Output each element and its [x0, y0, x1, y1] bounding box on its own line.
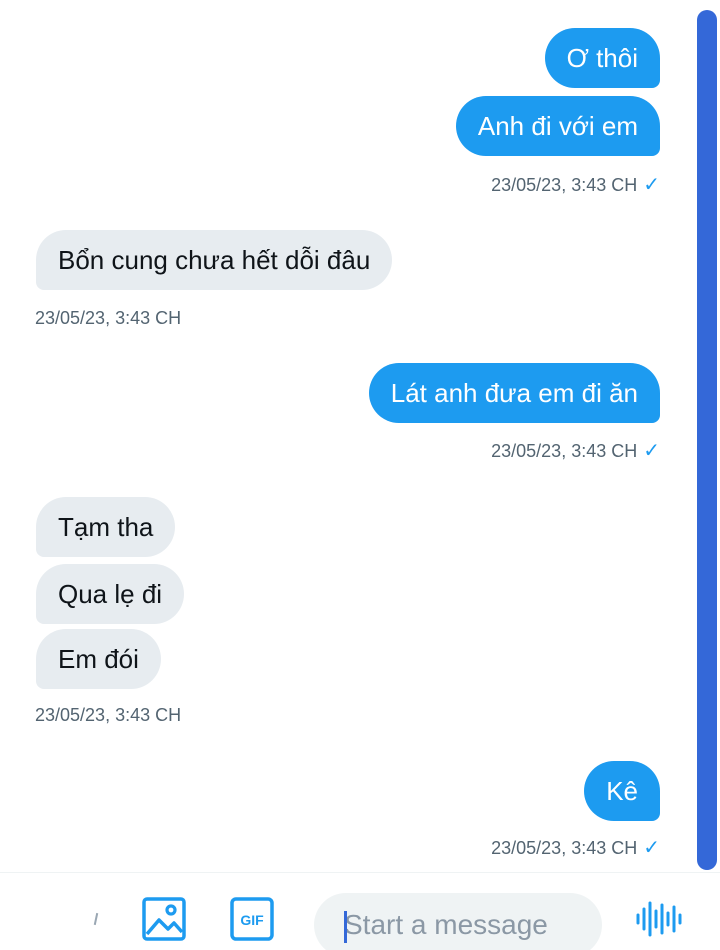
- read-check-icon: ✓: [643, 837, 660, 859]
- read-check-icon: ✓: [643, 440, 660, 462]
- message-composer: GIF: [0, 872, 720, 950]
- message-timestamp: 23/05/23, 3:43 CH: [35, 703, 181, 727]
- message-bubble-outgoing[interactable]: Lát anh đưa em đi ăn: [368, 363, 660, 423]
- message-bubble-incoming[interactable]: Tạm tha: [36, 497, 176, 557]
- message-timestamp: 23/05/23, 3:43 CH ✓: [491, 439, 660, 463]
- message-timestamp: 23/05/23, 3:43 CH ✓: [491, 836, 660, 860]
- timestamp-text: 23/05/23, 3:43 CH: [491, 838, 638, 858]
- message-bubble-incoming[interactable]: Bổn cung chưa hết dỗi đâu: [36, 230, 393, 290]
- gif-button[interactable]: GIF: [228, 895, 276, 943]
- timestamp-text: 23/05/23, 3:43 CH: [491, 441, 638, 461]
- message-bubble-outgoing[interactable]: Ơ thôi: [544, 28, 660, 88]
- message-bubble-incoming[interactable]: Em đói: [36, 629, 161, 689]
- message-bubble-outgoing[interactable]: Anh đi với em: [455, 96, 660, 156]
- message-input[interactable]: [344, 907, 594, 943]
- voice-message-button[interactable]: [632, 895, 686, 943]
- timestamp-text: 23/05/23, 3:43 CH: [35, 308, 182, 328]
- gif-icon: GIF: [230, 897, 274, 941]
- timestamp-text: 23/05/23, 3:43 CH: [35, 705, 182, 725]
- scrollbar-thumb[interactable]: [697, 10, 717, 870]
- message-input-container[interactable]: [314, 893, 602, 950]
- voice-icon: [636, 901, 682, 937]
- timestamp-text: 23/05/23, 3:43 CH: [491, 175, 638, 195]
- message-timestamp: 23/05/23, 3:43 CH ✓: [491, 173, 660, 197]
- image-upload-button[interactable]: [140, 895, 188, 943]
- cut-off-icon: [93, 912, 99, 926]
- read-check-icon: ✓: [643, 174, 660, 196]
- message-bubble-incoming[interactable]: Qua lẹ đi: [36, 564, 185, 624]
- message-thread: Ơ thôi Anh đi với em 23/05/23, 3:43 CH ✓ …: [0, 0, 696, 872]
- message-timestamp: 23/05/23, 3:43 CH: [35, 306, 181, 330]
- message-bubble-outgoing[interactable]: Kê: [584, 761, 660, 821]
- text-caret: [344, 911, 347, 943]
- svg-text:GIF: GIF: [240, 912, 264, 928]
- image-icon: [142, 897, 186, 941]
